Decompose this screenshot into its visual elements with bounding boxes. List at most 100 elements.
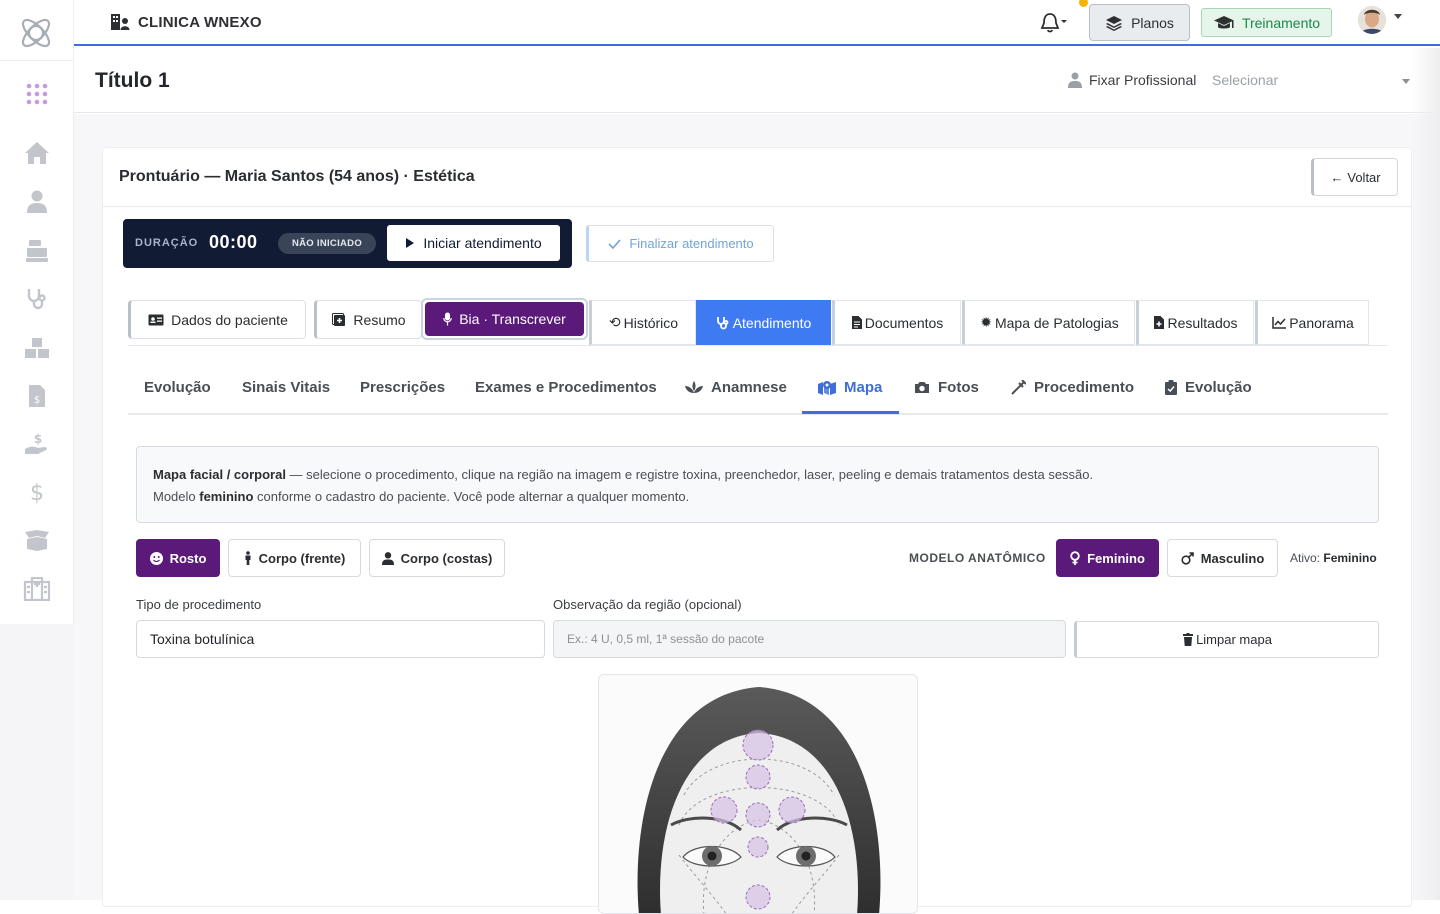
instructions-text: — selecione o procedimento, clique na re… (285, 467, 1094, 482)
subtab-label: Exames e Procedimentos (475, 379, 657, 396)
arrow-left-icon: ← (1330, 169, 1344, 185)
notifications-bell-icon[interactable] (1040, 11, 1070, 35)
modelo-anatomico-label: MODELO ANATÔMICO (909, 551, 1046, 565)
tab-mapa-patologias[interactable]: ✹ Mapa de Patologias (962, 300, 1135, 345)
sidebar-divider (0, 60, 74, 61)
start-session-label: Iniciar atendimento (423, 235, 542, 251)
face-illustration (637, 687, 881, 913)
finish-session-button[interactable]: Finalizar atendimento (586, 225, 774, 262)
logo-icon[interactable] (17, 13, 55, 53)
professional-select[interactable]: Selecionar (1212, 72, 1278, 88)
boxes-icon[interactable] (22, 333, 52, 363)
subtab-prescricoes[interactable]: Prescrições (360, 379, 445, 396)
dollar-icon[interactable]: $ (22, 477, 52, 507)
subtab-evolucao[interactable]: Evolução (144, 379, 211, 396)
planos-button[interactable]: Planos (1089, 4, 1190, 41)
timer-value: 00:00 (209, 232, 258, 252)
sidebar-footer-area (0, 624, 74, 900)
treinamento-button[interactable]: Treinamento (1201, 8, 1332, 37)
tab-label: Atendimento (732, 314, 812, 331)
modelo-masculino-button[interactable]: Masculino (1167, 539, 1278, 577)
layers-icon (1106, 15, 1123, 31)
subtab-procedimento[interactable]: Procedimento (1010, 379, 1134, 396)
start-session-button[interactable]: Iniciar atendimento (387, 225, 560, 261)
subtab-fotos[interactable]: Fotos (914, 379, 979, 396)
observacao-input[interactable]: Ex.: 4 U, 0,5 ml, 1ª sessão do pacote (553, 620, 1066, 658)
apps-grid-icon[interactable] (22, 79, 52, 109)
tab-label: Panorama (1289, 314, 1354, 331)
region-rosto-button[interactable]: Rosto (136, 539, 220, 577)
tab-resumo[interactable]: Resumo (314, 300, 422, 339)
cash-register-icon[interactable] (22, 236, 52, 266)
fixar-profissional[interactable]: Fixar Profissional (1068, 72, 1196, 88)
map-instructions: Mapa facial / corporal — selecione o pro… (136, 446, 1379, 523)
instructions-line-2: Modelo feminino conforme o cadastro do p… (153, 486, 1362, 508)
treinamento-label: Treinamento (1241, 14, 1321, 31)
venus-icon (1070, 551, 1080, 565)
region-label: Rosto (169, 550, 207, 566)
face-map-canvas[interactable] (598, 674, 918, 914)
hand-holding-dollar-icon[interactable]: $ (22, 429, 52, 459)
region-corpo-frente-button[interactable]: Corpo (frente) (228, 539, 361, 577)
limpar-mapa-button[interactable]: Limpar mapa (1074, 621, 1379, 658)
doctor-icon[interactable] (22, 187, 52, 217)
subtab-label: Evolução (144, 379, 211, 396)
tipo-procedimento-select[interactable]: Toxina botulínica (136, 620, 545, 658)
stethoscope-icon[interactable] (22, 284, 52, 314)
record-card-header: Prontuário — Maria Santos (54 anos) · Es… (103, 148, 1411, 207)
subtab-mapa[interactable]: Mapa (818, 379, 882, 396)
map-location-icon (818, 381, 836, 395)
observacao-label: Observação da região (opcional) (553, 597, 742, 612)
box-open-icon[interactable] (22, 525, 52, 555)
select-caret-icon[interactable] (1402, 79, 1410, 84)
subtab-label: Sinais Vitais (242, 379, 331, 396)
syringe-icon (1011, 379, 1026, 395)
subtab-evolucao-2[interactable]: Evolução (1165, 379, 1252, 396)
user-avatar[interactable] (1358, 6, 1386, 34)
tab-atendimento[interactable]: Atendimento (696, 300, 831, 345)
hospital-icon[interactable] (22, 574, 52, 604)
home-icon[interactable] (22, 138, 52, 168)
subtab-label: Evolução (1185, 379, 1252, 396)
tab-historico[interactable]: ⟲ Histórico (589, 300, 696, 345)
clipboard-plus-icon (332, 312, 346, 326)
timer-label: DURAÇÃO (135, 237, 199, 249)
region-label: Corpo (costas) (400, 550, 493, 566)
sidebar: $ $ $ (0, 0, 74, 624)
stethoscope-icon (716, 316, 729, 329)
tab-dados-paciente[interactable]: Dados do paciente (128, 300, 306, 339)
modelo-feminino-button[interactable]: Feminino (1056, 539, 1159, 577)
tab-label: Resultados (1167, 314, 1238, 331)
clinic-brand[interactable]: CLINICA WNEXO (110, 13, 262, 31)
subtab-label: Prescrições (360, 379, 446, 396)
page-title: Título 1 (95, 69, 170, 92)
subtab-anamnese[interactable]: Anamnese (685, 379, 787, 396)
bia-button[interactable]: Bia · Transcrever (425, 302, 584, 336)
back-button[interactable]: ← Voltar (1311, 158, 1398, 196)
user-menu-caret-icon[interactable] (1394, 14, 1402, 19)
back-label: Voltar (1347, 169, 1381, 185)
invoice-dollar-icon[interactable]: $ (22, 381, 52, 411)
timer-status-badge: NÃO INICIADO (278, 233, 376, 254)
limpar-label: Limpar mapa (1196, 632, 1272, 647)
subtab-exames[interactable]: Exames e Procedimentos (475, 379, 657, 396)
region-corpo-costas-button[interactable]: Corpo (costas) (369, 539, 505, 577)
session-timer: DURAÇÃO 00:00 NÃO INICIADO Iniciar atend… (123, 219, 572, 268)
file-medical-icon (1154, 316, 1165, 329)
graduation-cap-icon (1213, 15, 1234, 28)
mars-icon (1181, 551, 1194, 565)
subtab-label: Fotos (938, 379, 979, 396)
tab-label: Bia · Transcrever (459, 311, 566, 327)
subtab-label: Mapa (844, 379, 883, 396)
tab-bia-transcrever[interactable]: Bia · Transcrever (421, 298, 588, 340)
subtab-sinais-vitais[interactable]: Sinais Vitais (242, 379, 330, 396)
camera-icon (915, 382, 929, 393)
chart-line-icon (1272, 316, 1287, 329)
ativo-label: Ativo: (1290, 551, 1321, 565)
tab-label: Resumo (353, 311, 406, 328)
tab-documentos[interactable]: Documentos (832, 300, 961, 345)
scroll-shadow (1412, 48, 1440, 900)
tab-panorama[interactable]: Panorama (1255, 300, 1369, 345)
tab-resultados[interactable]: Resultados (1136, 300, 1254, 345)
check-icon (608, 238, 621, 249)
